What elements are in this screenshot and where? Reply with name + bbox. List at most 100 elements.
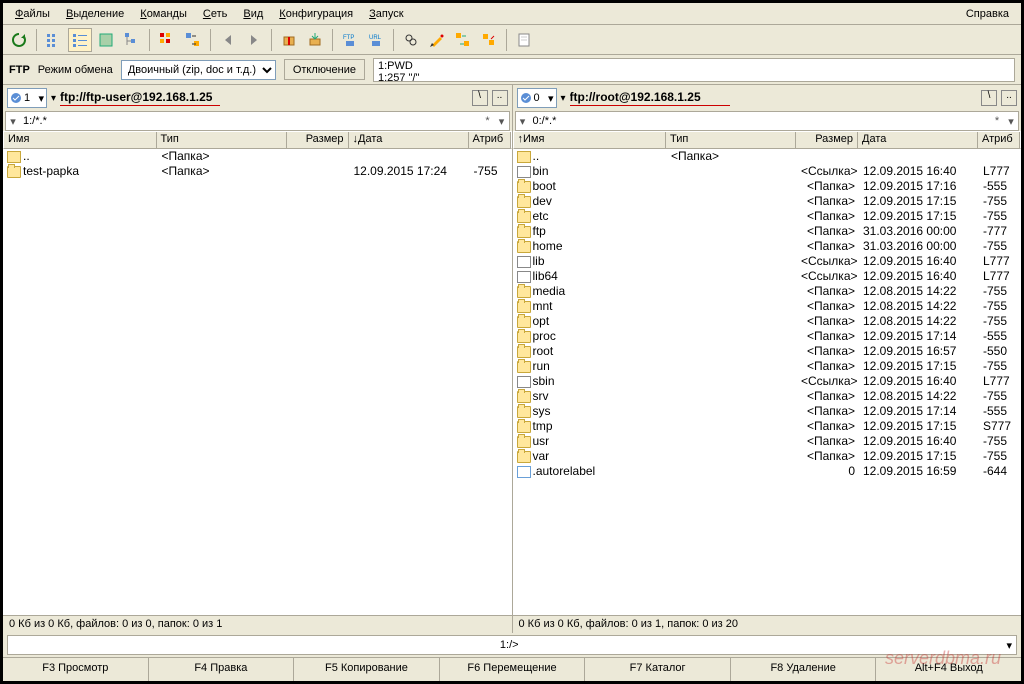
left-up-button[interactable]: .. — [492, 90, 508, 106]
view-brief-button[interactable] — [42, 28, 66, 52]
file-row[interactable]: ftp<Папка>31.03.2016 00:00-777 — [513, 224, 1022, 239]
sync-button[interactable] — [451, 28, 475, 52]
file-row[interactable]: proc<Папка>12.09.2015 17:14-555 — [513, 329, 1022, 344]
fkey-button[interactable]: Alt+F4 Выход — [876, 658, 1021, 681]
folder-icon — [517, 451, 531, 463]
menu-help[interactable]: Справка — [958, 6, 1017, 22]
left-header[interactable]: Имя Тип Размер ↓Дата Атриб — [3, 131, 512, 149]
folder-icon — [517, 301, 531, 313]
up-icon — [517, 151, 531, 163]
right-history-button[interactable]: ▾ — [516, 115, 530, 128]
file-row[interactable]: bin<Ссылка>12.09.2015 16:40L777 — [513, 164, 1022, 179]
refresh-button[interactable] — [7, 28, 31, 52]
command-line[interactable]: 1:/> ▾ — [7, 635, 1017, 655]
file-row[interactable]: ..<Папка> — [3, 149, 512, 164]
left-root-button[interactable]: \ — [472, 90, 488, 106]
menu-item[interactable]: Сеть — [195, 6, 235, 22]
link-icon — [517, 271, 531, 283]
file-row[interactable]: lib64<Ссылка>12.09.2015 16:40L777 — [513, 269, 1022, 284]
multi-rename-button[interactable] — [425, 28, 449, 52]
col-size: Размер — [287, 132, 349, 148]
fkey-button[interactable]: F6 Перемещение — [440, 658, 586, 681]
left-status: 0 Кб из 0 Кб, файлов: 0 из 0, папок: 0 и… — [3, 615, 512, 633]
file-row[interactable]: root<Папка>12.09.2015 16:57-550 — [513, 344, 1022, 359]
view-tree-button[interactable] — [120, 28, 144, 52]
left-path[interactable]: 1:/*.* — [20, 115, 481, 127]
svg-text:FTP: FTP — [343, 35, 354, 41]
pack-button[interactable] — [277, 28, 301, 52]
file-row[interactable]: usr<Папка>12.09.2015 16:40-755 — [513, 434, 1022, 449]
right-drive-select[interactable]: 0▾ — [517, 88, 557, 108]
file-row[interactable]: sbin<Ссылка>12.09.2015 16:40L777 — [513, 374, 1022, 389]
fkey-button[interactable]: F7 Каталог — [585, 658, 731, 681]
menu-item[interactable]: Вид — [235, 6, 271, 22]
file-row[interactable]: tmp<Папка>12.09.2015 17:15S777 — [513, 419, 1022, 434]
folder-icon — [517, 331, 531, 343]
copy-names-button[interactable] — [477, 28, 501, 52]
transfer-mode-select[interactable]: Двоичный (zip, doc и т.д.) — [121, 60, 276, 80]
col-name: ↑Имя — [514, 132, 667, 148]
right-path[interactable]: 0:/*.* — [530, 115, 991, 127]
left-file-list[interactable]: ..<Папка>test-papka<Папка>12.09.2015 17:… — [3, 149, 512, 615]
file-row[interactable]: ..<Папка> — [513, 149, 1022, 164]
menu-item[interactable]: Файлы — [7, 6, 58, 22]
col-size: Размер — [796, 132, 858, 148]
forward-button[interactable] — [242, 28, 266, 52]
file-row[interactable]: var<Папка>12.09.2015 17:15-755 — [513, 449, 1022, 464]
right-fav-button[interactable]: * — [990, 115, 1004, 127]
unpack-button[interactable] — [303, 28, 327, 52]
file-row[interactable]: etc<Папка>12.09.2015 17:15-755 — [513, 209, 1022, 224]
fkey-button[interactable]: F3 Просмотр — [3, 658, 149, 681]
col-date: ↓Дата — [349, 132, 469, 148]
right-file-list[interactable]: ..<Папка>bin<Ссылка>12.09.2015 16:40L777… — [513, 149, 1022, 615]
right-header[interactable]: ↑Имя Тип Размер Дата Атриб — [513, 131, 1022, 149]
file-row[interactable]: mnt<Папка>12.08.2015 14:22-755 — [513, 299, 1022, 314]
menu-item[interactable]: Выделение — [58, 6, 132, 22]
search-button[interactable] — [399, 28, 423, 52]
ftp-button[interactable]: FTP — [338, 28, 362, 52]
file-row[interactable]: boot<Папка>12.09.2015 17:16-555 — [513, 179, 1022, 194]
left-drive-select[interactable]: 1▾ — [7, 88, 47, 108]
file-row[interactable]: run<Папка>12.09.2015 17:15-755 — [513, 359, 1022, 374]
left-history-button[interactable]: ▾ — [6, 115, 20, 128]
notepad-button[interactable] — [512, 28, 536, 52]
swap-panels-button[interactable] — [181, 28, 205, 52]
file-row[interactable]: .autorelabel012.09.2015 16:59-644 — [513, 464, 1022, 479]
svg-text:URL: URL — [369, 35, 382, 41]
back-button[interactable] — [216, 28, 240, 52]
file-row[interactable]: opt<Папка>12.08.2015 14:22-755 — [513, 314, 1022, 329]
folder-icon — [517, 181, 531, 193]
link-icon — [517, 166, 531, 178]
file-row[interactable]: dev<Папка>12.09.2015 17:15-755 — [513, 194, 1022, 209]
menu-item[interactable]: Команды — [132, 6, 195, 22]
function-keys: F3 ПросмотрF4 ПравкаF5 КопированиеF6 Пер… — [3, 657, 1021, 681]
right-history2-button[interactable]: ▾ — [1004, 115, 1018, 128]
left-fav-button[interactable]: * — [481, 115, 495, 127]
folder-icon — [517, 361, 531, 373]
menu-item[interactable]: Конфигурация — [271, 6, 361, 22]
file-row[interactable]: home<Папка>31.03.2016 00:00-755 — [513, 239, 1022, 254]
menu-item[interactable]: Запуск — [361, 6, 411, 22]
right-root-button[interactable]: \ — [981, 90, 997, 106]
ftp-label: FTP — [9, 64, 30, 76]
left-history2-button[interactable]: ▾ — [495, 115, 509, 128]
file-row[interactable]: sys<Папка>12.09.2015 17:14-555 — [513, 404, 1022, 419]
file-row[interactable]: media<Папка>12.08.2015 14:22-755 — [513, 284, 1022, 299]
view-thumb-button[interactable] — [94, 28, 118, 52]
fkey-button[interactable]: F8 Удаление — [731, 658, 877, 681]
right-address: ftp://root@192.168.1.25 — [570, 90, 977, 106]
right-panel: 0▾ ▾ ftp://root@192.168.1.25 \ .. ▾ 0:/*… — [513, 85, 1022, 633]
file-row[interactable]: test-papka<Папка>12.09.2015 17:24-755 — [3, 164, 512, 179]
folder-icon — [517, 226, 531, 238]
fkey-button[interactable]: F4 Правка — [149, 658, 295, 681]
right-up-button[interactable]: .. — [1001, 90, 1017, 106]
view-full-button[interactable] — [68, 28, 92, 52]
file-row[interactable]: srv<Папка>12.08.2015 14:22-755 — [513, 389, 1022, 404]
file-row[interactable]: lib<Ссылка>12.09.2015 16:40L777 — [513, 254, 1022, 269]
disconnect-button[interactable]: Отключение — [284, 59, 365, 80]
ftp-log: 1:PWD1:257 "/" — [373, 58, 1015, 82]
fkey-button[interactable]: F5 Копирование — [294, 658, 440, 681]
mode-label: Режим обмена — [38, 64, 113, 76]
invert-sel-button[interactable] — [155, 28, 179, 52]
url-button[interactable]: URL — [364, 28, 388, 52]
